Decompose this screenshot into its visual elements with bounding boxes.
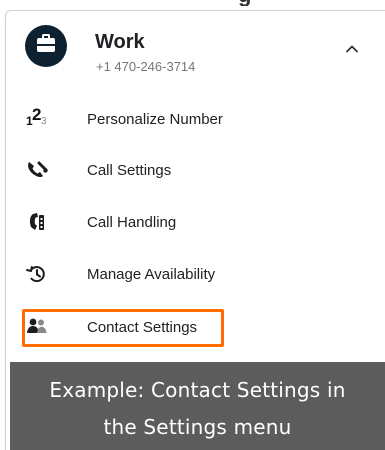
- menu-item-call-settings[interactable]: Call Settings: [6, 145, 385, 195]
- phone-handling-icon-svg: [29, 213, 44, 230]
- number-123-icon: 1 2 3: [25, 105, 49, 130]
- number-icon-digit-three: 3: [41, 116, 47, 127]
- briefcase-icon: [37, 34, 55, 52]
- menu-label-call-settings: Call Settings: [87, 162, 172, 179]
- menu-label-call-handling: Call Handling: [87, 214, 177, 231]
- phone-wrench-icon-svg: [28, 161, 48, 178]
- phone-wrench-icon: [25, 159, 49, 181]
- menu-item-personalize-number[interactable]: 1 2 3 Personalize Number: [6, 94, 385, 144]
- number-123-icon-glyph: 1 2 3: [25, 105, 49, 130]
- top-text-fragment: g: [0, 0, 385, 6]
- top-fragment-right-text: g: [238, 0, 251, 6]
- account-name: Work: [95, 31, 145, 53]
- caption-line-1: Example: Contact Settings in: [49, 378, 346, 402]
- history-icon-svg: [26, 266, 45, 283]
- account-avatar: [25, 25, 67, 67]
- chevron-up-icon: [346, 45, 358, 53]
- phone-handling-icon: [25, 211, 49, 233]
- account-header[interactable]: Work +1 470-246-3714: [6, 11, 385, 94]
- caption-line-2: the Settings menu: [103, 415, 292, 439]
- menu-label-personalize-number: Personalize Number: [87, 111, 223, 128]
- settings-screenshot: g Work +1 470-246-3714 1 2 3 P: [0, 0, 385, 450]
- menu-item-manage-availability[interactable]: Manage Availability: [6, 249, 385, 299]
- menu-item-call-handling[interactable]: Call Handling: [6, 197, 385, 247]
- example-caption: Example: Contact Settings in the Setting…: [10, 362, 385, 450]
- history-icon: [25, 263, 49, 285]
- account-phone-number: +1 470-246-3714: [96, 59, 196, 74]
- menu-label-manage-availability: Manage Availability: [87, 266, 216, 283]
- collapse-account-button[interactable]: [340, 37, 364, 61]
- contact-settings-highlight: [22, 309, 224, 347]
